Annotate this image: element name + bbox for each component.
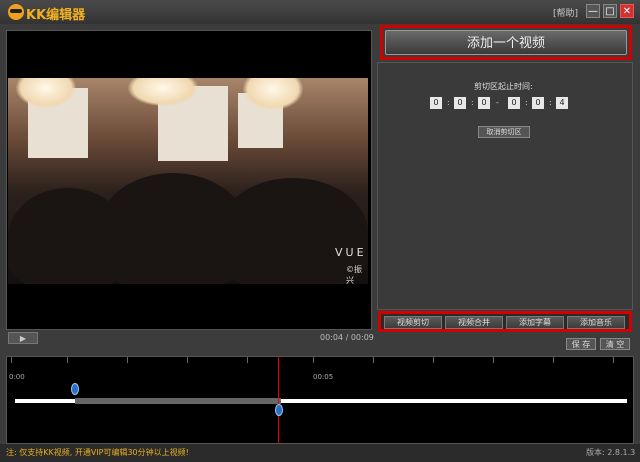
timeline-label-start: 0:00: [9, 373, 25, 381]
timeline-tick: [313, 357, 314, 363]
tab-video-merge[interactable]: 视频合并: [445, 316, 503, 329]
watermark-title: VUE: [335, 246, 367, 259]
timeline-tick: [247, 357, 248, 363]
cut-selection-range: [75, 398, 281, 404]
add-video-button[interactable]: 添加一个视频: [385, 30, 627, 55]
status-bar: 注: 仅支持KK视频, 开通VIP可编辑30分钟以上视频! 版本: 2.8.1.…: [0, 444, 640, 462]
save-button[interactable]: 保 存: [566, 338, 596, 350]
start-hour-field[interactable]: 0: [430, 97, 442, 109]
maximize-button[interactable]: □: [603, 4, 617, 18]
status-note: 注: 仅支持KK视频, 开通VIP可编辑30分钟以上视频!: [6, 448, 189, 457]
timeline-tick: [613, 357, 614, 363]
app-logo-icon: [8, 4, 24, 20]
video-frame: VUE ©振兴: [8, 78, 368, 284]
tab-video-cut[interactable]: 视频剪切: [384, 316, 442, 329]
time-separator: :: [471, 98, 474, 107]
close-button[interactable]: ✕: [620, 4, 634, 18]
timeline-tick: [373, 357, 374, 363]
cancel-cut-button[interactable]: 取消剪切区: [478, 126, 530, 138]
tab-add-subtitle[interactable]: 添加字幕: [506, 316, 564, 329]
timeline-tick: [553, 357, 554, 363]
version-label: 版本: 2.8.1.3: [586, 448, 636, 457]
timecode: 00:04 / 00:09: [320, 333, 374, 342]
app-title: KK编辑器: [26, 8, 86, 23]
start-minute-field[interactable]: 0: [454, 97, 466, 109]
timeline-tick: [433, 357, 434, 363]
cut-panel: 剪切区起止时间: 0 : 0 : 0 - 0 : 0 : 4 取消剪切区: [377, 62, 633, 310]
end-second-field[interactable]: 4: [556, 97, 568, 109]
timeline-tick: [493, 357, 494, 363]
play-button[interactable]: ▶: [8, 332, 38, 344]
start-second-field[interactable]: 0: [478, 97, 490, 109]
watermark-sub: ©振兴: [346, 265, 362, 284]
add-video-highlight: 添加一个视频: [380, 25, 632, 60]
cut-end-marker-icon[interactable]: [275, 404, 283, 416]
time-separator: :: [447, 98, 450, 107]
cut-start-marker-icon[interactable]: [71, 383, 79, 395]
playhead[interactable]: [278, 357, 279, 443]
title-bar: KK编辑器 [帮助] — □ ✕: [0, 0, 640, 24]
end-hour-field[interactable]: 0: [508, 97, 520, 109]
time-separator: :: [525, 98, 528, 107]
range-dash: -: [496, 98, 499, 107]
timeline-tick: [187, 357, 188, 363]
minimize-button[interactable]: —: [586, 4, 600, 18]
help-link[interactable]: [帮助]: [553, 6, 578, 19]
timeline-tick: [127, 357, 128, 363]
feature-tabs: 视频剪切 视频合并 添加字幕 添加音乐: [378, 311, 632, 332]
timeline[interactable]: 0:00 00:05: [6, 356, 634, 444]
cut-range-label: 剪切区起止时间:: [474, 82, 533, 91]
time-separator: :: [549, 98, 552, 107]
timeline-tick: [11, 357, 12, 363]
timeline-label-mid: 00:05: [313, 373, 334, 381]
timeline-tick: [67, 357, 68, 363]
tab-add-music[interactable]: 添加音乐: [567, 316, 625, 329]
end-minute-field[interactable]: 0: [532, 97, 544, 109]
clear-button[interactable]: 清 空: [600, 338, 630, 350]
play-icon: ▶: [19, 334, 27, 343]
